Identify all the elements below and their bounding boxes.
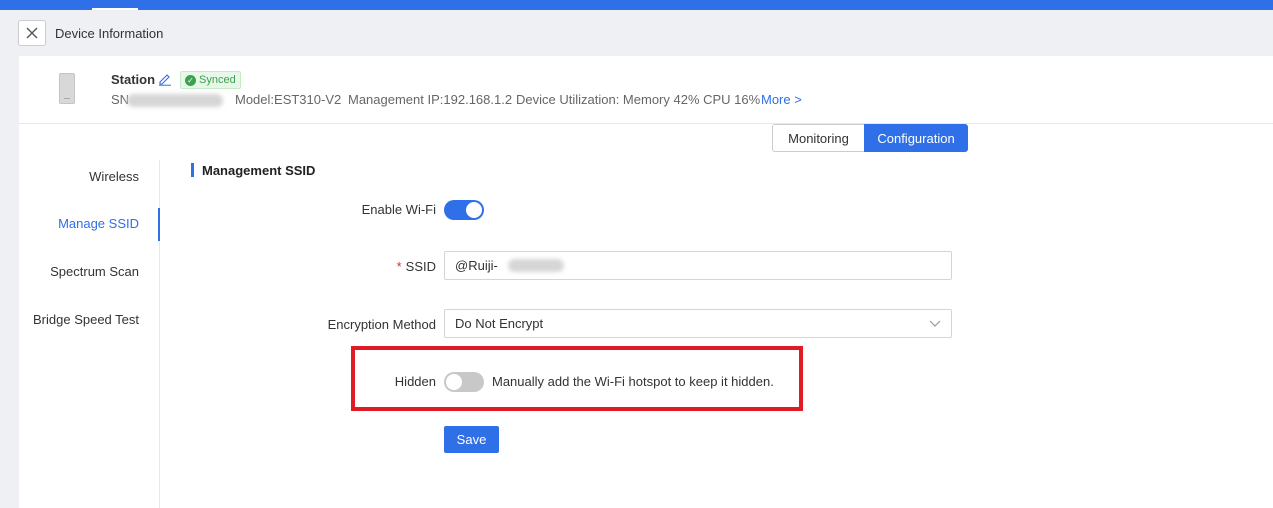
app-top-bar (0, 0, 1273, 10)
view-switcher: Monitoring Configuration (772, 124, 968, 152)
device-name: Station (111, 72, 156, 87)
sidebar-item-manage-ssid[interactable]: Manage SSID (19, 216, 159, 231)
encryption-method-select[interactable]: Do Not Encrypt (444, 309, 952, 338)
section-title-bar (191, 163, 194, 177)
sync-status-badge: ✓ Synced (180, 71, 241, 89)
device-model: Model:EST310-V2 (235, 92, 342, 107)
device-icon (59, 73, 75, 104)
header-divider (19, 123, 1273, 124)
ssid-label: * SSID (176, 259, 436, 274)
ssid-value: @Ruiji- (455, 258, 498, 273)
required-marker: * (396, 259, 402, 274)
chevron-down-icon (929, 320, 941, 327)
serial-number-redacted (127, 94, 223, 107)
device-info-card: Station ✓ Synced SN Model:EST310-V2 Mana… (19, 56, 1273, 508)
check-circle-icon: ✓ (185, 74, 196, 86)
sidebar-active-indicator (158, 208, 160, 241)
sidebar-item-spectrum-scan[interactable]: Spectrum Scan (19, 264, 159, 279)
ssid-redacted (508, 259, 564, 272)
enable-wifi-label: Enable Wi-Fi (361, 202, 436, 217)
edit-icon[interactable] (158, 72, 172, 86)
section-title: Management SSID (202, 163, 316, 178)
ssid-label-text: SSID (405, 259, 436, 274)
encryption-method-label: Encryption Method (327, 317, 436, 332)
toggle-knob (466, 202, 482, 218)
device-utilization: Device Utilization: Memory 42% CPU 16% (516, 92, 761, 107)
more-link[interactable]: More > (761, 92, 802, 107)
encryption-method-value: Do Not Encrypt (455, 316, 544, 331)
tab-monitoring[interactable]: Monitoring (772, 124, 864, 152)
sync-status-text: Synced (199, 74, 236, 86)
highlight-annotation-box (351, 346, 803, 411)
sidebar-item-wireless[interactable]: Wireless (19, 169, 159, 184)
enable-wifi-toggle[interactable] (444, 200, 484, 220)
tab-configuration[interactable]: Configuration (864, 124, 968, 152)
close-icon (26, 27, 38, 39)
drawer-title: Device Information (55, 26, 164, 41)
close-button[interactable] (18, 20, 46, 46)
drawer-header: Device Information (0, 10, 1273, 56)
management-ip: Management IP:192.168.1.2 (348, 92, 513, 107)
sidebar-item-bridge-speed-test[interactable]: Bridge Speed Test (19, 312, 159, 327)
save-button[interactable]: Save (444, 426, 499, 453)
